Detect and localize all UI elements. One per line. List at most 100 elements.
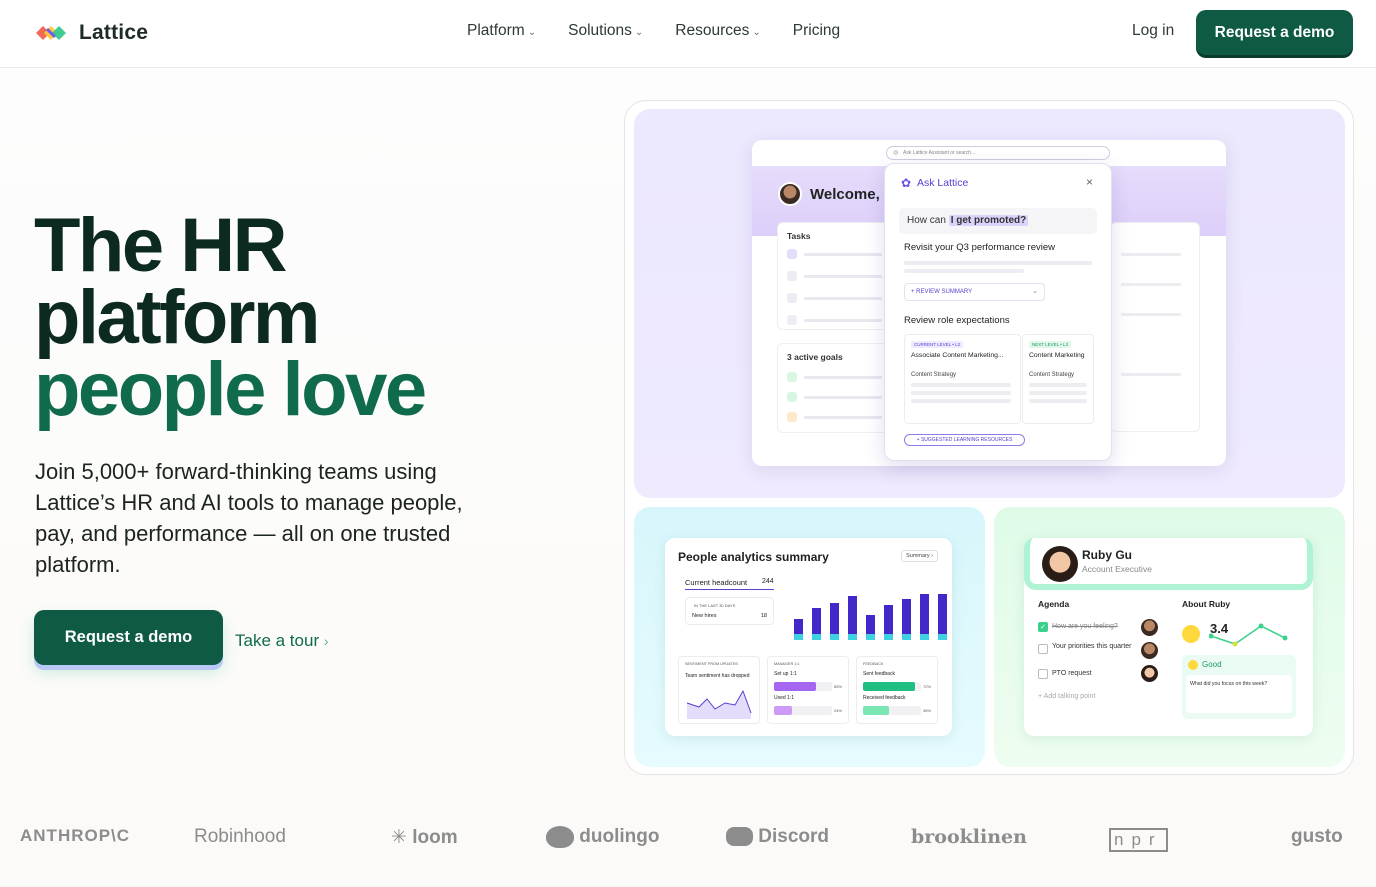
goals-title: 3 active goals — [787, 352, 843, 362]
hero-headline: The HR platform people love — [34, 208, 427, 432]
tasks-card: Tasks — [777, 222, 897, 330]
focus-question-box[interactable]: What did you focus on this week? — [1186, 675, 1292, 713]
sent-label: Sent feedback — [863, 671, 895, 677]
search-icon: ◎ — [893, 150, 899, 156]
menu-resources[interactable]: Resources ⌄ — [675, 22, 760, 40]
current-role: Associate Content Marketing... — [911, 352, 1004, 359]
participant-avatar — [1141, 665, 1158, 682]
task-bar — [804, 253, 882, 256]
ask-question-prefix: How can — [907, 215, 949, 226]
logo-npr: npr — [1109, 828, 1168, 852]
received-bar — [863, 706, 889, 715]
tasks-title: Tasks — [787, 231, 811, 241]
sentiment-sparkline — [686, 689, 752, 719]
agenda-item-1: How are you feeling? — [1052, 623, 1118, 630]
login-link[interactable]: Log in — [1132, 22, 1174, 40]
review-summary-pill[interactable]: + REVIEW SUMMARY ⌄ — [904, 283, 1045, 301]
close-icon[interactable]: × — [1086, 175, 1093, 189]
placeholder-bar — [1029, 391, 1087, 395]
ask-suggestion-role: Review role expectations — [904, 315, 1010, 326]
headcount-bar — [830, 603, 839, 640]
request-demo-hero-button[interactable]: Request a demo — [34, 610, 223, 665]
sent-pct: 72% — [922, 684, 931, 689]
smile-icon — [1182, 625, 1200, 643]
logo-duolingo: duolingo — [546, 826, 659, 848]
menu-platform-label: Platform — [467, 22, 525, 39]
agenda-checkbox-3[interactable] — [1038, 669, 1048, 679]
app-search-bar: ◎ Ask Lattice Assistant or search... — [886, 146, 1110, 160]
task-row — [787, 293, 887, 303]
logo-discord: Discord — [726, 826, 829, 848]
received-pct: 36% — [922, 708, 931, 713]
used-bar — [774, 706, 792, 715]
agenda-item-2: Your priorities this quarter — [1052, 643, 1132, 650]
summary-button[interactable]: Summary › — [901, 550, 938, 562]
brand-logo[interactable]: Lattice — [33, 19, 148, 47]
logo-loom: ✳ loom — [391, 826, 458, 849]
feedback-header: FEEDBACK — [863, 662, 884, 666]
ruby-role: Account Executive — [1082, 564, 1152, 574]
menu-platform[interactable]: Platform ⌄ — [467, 22, 536, 40]
headcount-underline — [685, 589, 774, 590]
headcount-bar — [866, 615, 875, 640]
about-title: About Ruby — [1182, 599, 1231, 609]
headline-line-3: people love — [34, 347, 427, 432]
lattice-logo-icon — [36, 26, 66, 40]
sentiment-text: Team sentiment has dropped — [685, 673, 750, 679]
task-row — [787, 315, 887, 325]
top-nav: Lattice Platform ⌄ Solutions ⌄ Resources… — [0, 0, 1376, 68]
agenda-item-3: PTO request — [1052, 670, 1092, 677]
headcount-bar — [812, 608, 821, 640]
analytics-title: People analytics summary — [678, 550, 829, 564]
chevron-right-icon: › — [323, 633, 329, 649]
agenda-checkbox-1[interactable]: ✓ — [1038, 622, 1048, 632]
next-skill: Content Strategy — [1029, 372, 1075, 378]
suggested-learning-pill[interactable]: + SUGGESTED LEARNING RESOURCES — [904, 434, 1025, 446]
mood-panel: Good What did you focus on this week? — [1182, 655, 1296, 719]
task-bar — [804, 297, 882, 300]
current-level-card: CURRENT LEVEL • L2 Associate Content Mar… — [904, 334, 1021, 424]
headcount-bar — [884, 605, 893, 640]
take-tour-link[interactable]: Take a tour › — [235, 631, 329, 651]
placeholder-bar — [1029, 383, 1087, 387]
menu-solutions[interactable]: Solutions ⌄ — [568, 22, 643, 40]
ruby-name: Ruby Gu — [1082, 548, 1132, 562]
current-level-tag: CURRENT LEVEL • L2 — [911, 341, 964, 348]
loom-icon: ✳ — [391, 827, 407, 848]
chart-icon — [787, 372, 797, 382]
logo-loom-label: loom — [412, 827, 458, 848]
goals-card: 3 active goals — [777, 343, 897, 433]
ask-question-highlight: I get promoted? — [948, 215, 1029, 226]
placeholder-bar — [904, 261, 1092, 265]
ask-question: How can I get promoted? — [899, 208, 1097, 234]
ask-suggestion-review: Revisit your Q3 performance review — [904, 242, 1055, 253]
placeholder-bar — [911, 399, 1011, 403]
ask-lattice-title: Ask Lattice — [917, 177, 969, 189]
circle-icon — [787, 293, 797, 303]
placeholder-bar — [1121, 313, 1181, 316]
setup-pct: 65% — [833, 684, 842, 689]
menu-pricing[interactable]: Pricing — [793, 22, 840, 40]
used-pct: 24% — [833, 708, 842, 713]
logo-anthropic: ANTHROP\C — [20, 826, 131, 845]
current-skill: Content Strategy — [911, 372, 957, 378]
sentiment-header: SENTIMENT FROM UPDATES — [685, 662, 738, 666]
request-demo-nav-button[interactable]: Request a demo — [1196, 10, 1353, 55]
sentiment-card: SENTIMENT FROM UPDATES Team sentiment ha… — [678, 656, 760, 724]
mood-trend-chart — [1209, 623, 1288, 647]
manager-card: MANAGER 1:1 Set up 1:1 65% Used 1:1 24% — [767, 656, 849, 724]
right-card — [1110, 222, 1200, 432]
agenda-checkbox-2[interactable] — [1038, 644, 1048, 654]
setup-label: Set up 1:1 — [774, 671, 797, 677]
task-row — [787, 249, 887, 259]
focus-question: What did you focus on this week? — [1190, 681, 1268, 687]
ruby-header: Ruby Gu Account Executive — [1024, 538, 1313, 590]
mood-label: Good — [1202, 660, 1222, 669]
goal-row — [787, 412, 887, 422]
main-menu: Platform ⌄ Solutions ⌄ Resources ⌄ Prici… — [467, 22, 872, 40]
review-summary-label: + REVIEW SUMMARY — [911, 289, 973, 295]
setup-bar — [774, 682, 816, 691]
placeholder-bar — [1121, 373, 1181, 376]
new-hires-box: IN THE LAST 30 DAYS New hires 18 — [685, 597, 774, 625]
add-talking-point[interactable]: + Add talking point — [1038, 693, 1095, 700]
